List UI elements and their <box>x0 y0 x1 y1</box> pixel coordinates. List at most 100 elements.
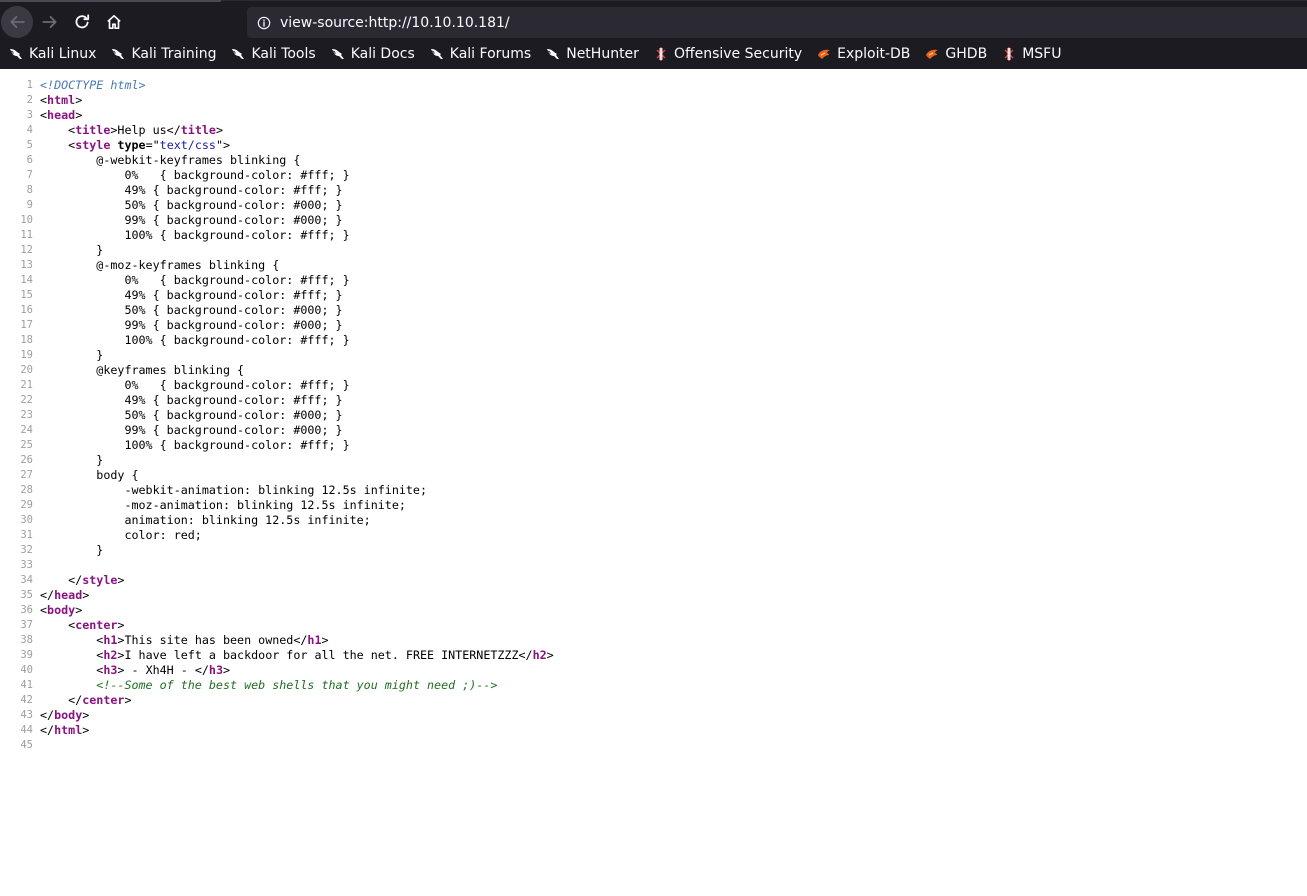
source-line: 30 animation: blinking 12.5s infinite; <box>0 513 1307 528</box>
source-line: 10 99% { background-color: #000; } <box>0 213 1307 228</box>
line-code: 49% { background-color: #fff; } <box>40 183 342 198</box>
arrow-left-icon <box>10 16 25 28</box>
offsec-icon <box>1001 46 1022 62</box>
url-text[interactable]: view-source:http://10.10.10.181/ <box>280 15 510 31</box>
code-token-cmt: <!--Some of the best web shells that you… <box>96 678 498 692</box>
back-button[interactable] <box>1 6 33 38</box>
line-code: -moz-animation: blinking 12.5s infinite; <box>40 498 406 513</box>
source-line: 4 <title>Help us</title> <box>0 123 1307 138</box>
bookmark-ghdb[interactable]: GHDB <box>924 46 987 62</box>
reload-icon <box>75 14 90 29</box>
source-line: 21 0% { background-color: #fff; } <box>0 378 1307 393</box>
arrow-right-icon <box>42 16 57 28</box>
forward-button[interactable] <box>34 6 66 38</box>
bookmark-kali-tools[interactable]: Kali Tools <box>230 46 316 62</box>
code-token-txt: 100% { background-color: #fff; } <box>40 438 350 452</box>
code-token-tag: head <box>54 588 83 602</box>
line-code: animation: blinking 12.5s infinite; <box>40 513 370 528</box>
bookmark-msfu[interactable]: MSFU <box>1001 46 1061 62</box>
bookmark-kali-linux[interactable]: Kali Linux <box>8 46 96 62</box>
source-line: 33 <box>0 558 1307 573</box>
kali-dragon-icon <box>330 46 351 62</box>
line-number: 30 <box>20 514 33 526</box>
navigation-toolbar: view-source:http://10.10.10.181/ <box>0 0 1307 45</box>
line-number: 29 <box>20 499 33 511</box>
code-token-txt: < <box>40 648 104 662</box>
home-button[interactable] <box>98 6 130 38</box>
home-icon <box>107 14 121 30</box>
code-token-tag: center <box>75 618 118 632</box>
bookmark-kali-docs[interactable]: Kali Docs <box>330 46 415 62</box>
code-token-tag: html <box>47 93 76 107</box>
line-number: 1 <box>26 79 33 91</box>
reload-button[interactable] <box>66 6 98 38</box>
code-token-tag: h1 <box>307 633 322 647</box>
code-token-txt: > <box>321 633 329 647</box>
line-code: 0% { background-color: #fff; } <box>40 168 349 183</box>
bookmark-nethunter[interactable]: NetHunter <box>545 46 639 62</box>
code-token-tag: style <box>75 138 111 152</box>
source-line: 3 <head> <box>0 108 1307 123</box>
bookmark-offensive-security[interactable]: Offensive Security <box>653 46 802 62</box>
source-line: 1 <!DOCTYPE html> <box>0 78 1307 93</box>
line-number: 2 <box>26 94 33 106</box>
bookmark-exploit-db[interactable]: Exploit-DB <box>816 46 910 62</box>
line-number: 16 <box>20 304 33 316</box>
code-token-txt: </ <box>40 693 83 707</box>
source-line: 34 </style> <box>0 573 1307 588</box>
line-code: 99% { background-color: #000; } <box>40 423 342 438</box>
line-number: 10 <box>20 214 33 226</box>
code-token-tag: h3 <box>208 663 223 677</box>
line-code: 100% { background-color: #fff; } <box>40 333 349 348</box>
url-bar[interactable]: view-source:http://10.10.10.181/ <box>247 7 1307 38</box>
line-code: </html> <box>40 723 89 738</box>
line-number: 18 <box>20 334 33 346</box>
code-token-txt: > <box>82 588 90 602</box>
code-token-tag: center <box>82 693 125 707</box>
bookmark-kali-forums[interactable]: Kali Forums <box>429 46 531 62</box>
source-line: 7 0% { background-color: #fff; } <box>0 168 1307 183</box>
code-token-txt: < <box>40 138 76 152</box>
code-token-tag: head <box>47 108 76 122</box>
line-number: 37 <box>20 619 33 631</box>
line-code: </center> <box>40 693 132 708</box>
line-code: @-moz-keyframes blinking { <box>40 258 279 273</box>
source-line: 39 <h2>I have left a backdoor for all th… <box>0 648 1307 663</box>
line-number: 19 <box>20 349 33 361</box>
line-code: <title>Help us</title> <box>40 123 223 138</box>
bookmark-kali-training[interactable]: Kali Training <box>110 46 216 62</box>
code-token-txt: 49% { background-color: #fff; } <box>40 288 343 302</box>
line-code: <h2>I have left a backdoor for all the n… <box>40 648 553 663</box>
info-icon[interactable] <box>257 16 271 30</box>
line-number: 26 <box>20 454 33 466</box>
line-number: 41 <box>20 679 33 691</box>
line-number: 14 <box>20 274 33 286</box>
source-line: 23 50% { background-color: #000; } <box>0 408 1307 423</box>
kali-dragon-icon <box>8 46 29 62</box>
source-line: 22 49% { background-color: #fff; } <box>0 393 1307 408</box>
code-token-txt: -moz-animation: blinking 12.5s infinite; <box>40 498 406 512</box>
code-token-tag: title <box>180 123 216 137</box>
source-line: 25 100% { background-color: #fff; } <box>0 438 1307 453</box>
code-token-txt: > <box>82 723 90 737</box>
code-token-txt: < <box>40 93 48 107</box>
code-token-txt: > <box>124 693 132 707</box>
line-code: </head> <box>40 588 89 603</box>
line-code: @-webkit-keyframes blinking { <box>40 153 300 168</box>
bookmark-label: Kali Forums <box>449 46 532 62</box>
code-token-txt: @keyframes blinking { <box>40 363 245 377</box>
source-line: 44 </html> <box>0 723 1307 738</box>
code-token-txt: > <box>222 663 231 677</box>
line-number: 12 <box>20 244 33 256</box>
code-token-txt: } <box>40 543 104 557</box>
code-token-tag: body <box>54 708 83 722</box>
code-token-txt: 0% { background-color: #fff; } <box>40 273 350 287</box>
kali-dragon-icon <box>110 46 131 62</box>
source-line: 45 <box>0 738 1307 753</box>
code-token-txt: </ <box>40 723 55 737</box>
line-number: 32 <box>20 544 33 556</box>
line-number: 4 <box>26 124 33 136</box>
line-code: 50% { background-color: #000; } <box>40 198 342 213</box>
code-token-txt: > <box>215 123 223 137</box>
